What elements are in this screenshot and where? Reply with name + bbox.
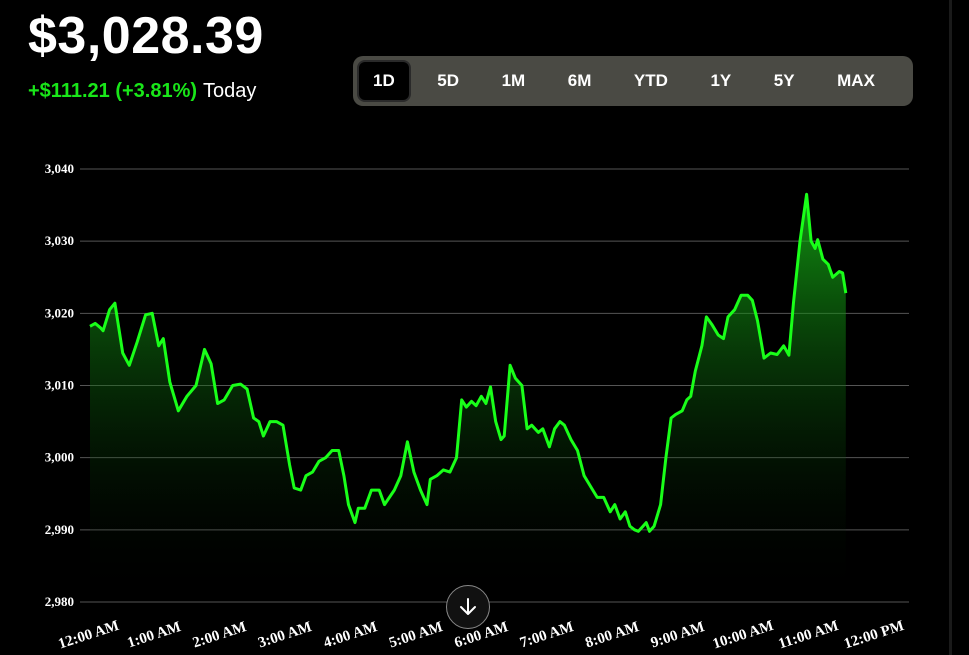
scroll-down-button[interactable] [446,585,490,629]
x-tick-label: 9:00 AM [649,619,707,651]
change-period: Today [203,80,257,102]
area-fill [90,194,846,603]
x-tick-label: 3:00 AM [256,619,314,651]
time-range-selector: 1D 5D 1M 6M YTD 1Y 5Y MAX [353,56,913,106]
y-tick-label: 3,010 [45,378,74,393]
change-value: +$111.21 (+3.81%) [28,80,198,102]
range-tab-1m[interactable]: 1M [486,60,542,102]
y-tick-label: 2,980 [45,594,74,609]
x-tick-label: 7:00 AM [518,619,576,651]
price: $3,028.39 [28,7,264,65]
range-tab-1d[interactable]: 1D [357,60,411,102]
y-axis-labels: 3,040 3,030 3,020 3,010 3,000 2,990 2,980 [45,161,74,609]
x-tick-label: 4:00 AM [322,619,380,651]
range-tab-ytd[interactable]: YTD [618,60,684,102]
y-tick-label: 3,040 [45,161,74,176]
y-tick-label: 2,990 [45,522,74,537]
x-tick-label: 2:00 AM [191,619,249,651]
range-tab-1y[interactable]: 1Y [694,60,747,102]
range-tab-5d[interactable]: 5D [421,60,475,102]
x-tick-label: 8:00 AM [583,619,641,651]
y-tick-label: 3,020 [45,305,74,320]
price-chart: 3,040 3,030 3,020 3,010 3,000 2,990 2,980 12:0… [45,161,909,653]
x-tick-label: 11:00 AM [777,618,841,652]
x-tick-label: 1:00 AM [125,619,183,651]
change-row: +$111.21 (+3.81%) Today [28,80,256,103]
range-tab-5y[interactable]: 5Y [758,60,811,102]
arrow-down-icon [460,598,476,615]
x-tick-label: 5:00 AM [387,619,445,651]
y-tick-label: 3,030 [45,233,74,248]
range-tab-max[interactable]: MAX [821,60,891,102]
x-tick-label: 12:00 AM [56,618,121,653]
y-tick-label: 3,000 [45,450,74,465]
x-tick-label: 10:00 AM [711,618,776,653]
x-tick-label: 12:00 PM [842,618,906,652]
range-tab-6m[interactable]: 6M [552,60,608,102]
